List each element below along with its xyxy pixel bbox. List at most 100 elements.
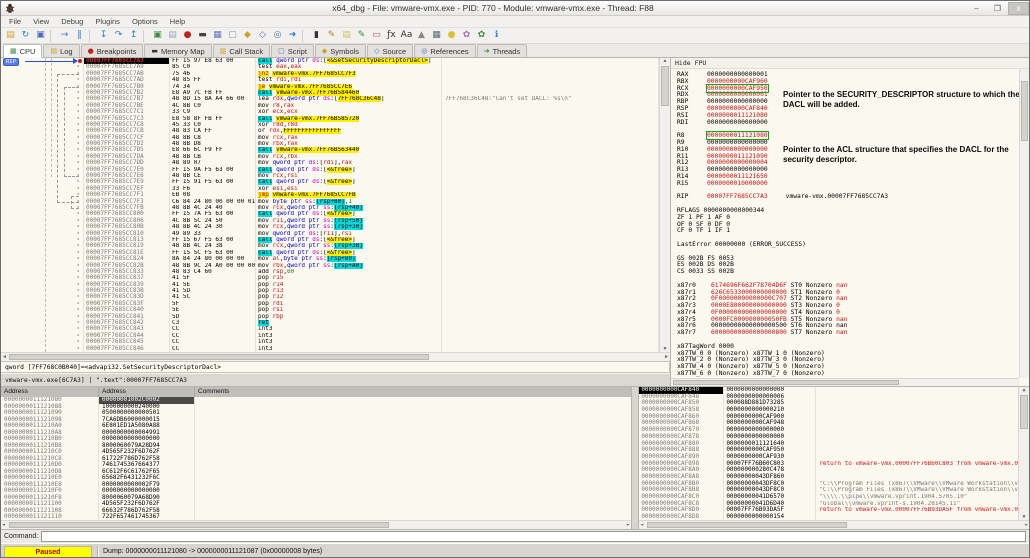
dump-pane[interactable]: Address Address Comments 000000001112108… — [1, 387, 631, 529]
script-icon[interactable]: ▢ — [226, 29, 239, 42]
close-button[interactable]: x — [1008, 2, 1029, 15]
plugins-icon[interactable]: ✿ — [475, 29, 488, 42]
references-icon[interactable]: ◎ — [271, 29, 284, 42]
register-value[interactable]: 0000000000000000 — [707, 119, 768, 126]
register-rdi: RDI0000000000000000 — [677, 120, 1029, 127]
stack-hscrollbar[interactable]: ◄► — [639, 520, 1029, 529]
hide-fpu-button[interactable]: Hide FPU — [671, 58, 1029, 69]
trace-icon[interactable]: ▣ — [151, 29, 164, 42]
registers-hscrollbar[interactable] — [671, 378, 1019, 386]
restart-icon[interactable]: ↻ — [19, 29, 32, 42]
tab-label: Source — [382, 47, 406, 56]
register-line: x87TW_6 0 (Nonzero) x87TW_7 0 (Nonzero) — [677, 371, 1029, 378]
pause-icon[interactable]: ‖ — [73, 29, 86, 42]
menu-plugins[interactable]: Plugins — [89, 17, 126, 26]
handles-icon[interactable]: ▮ — [310, 29, 323, 42]
tab-script[interactable]: ▢Script — [271, 44, 314, 57]
stack-comment — [815, 447, 1018, 454]
source-icon[interactable]: ◇ — [256, 29, 269, 42]
register-value[interactable]: 0000000000CAF960 — [707, 78, 768, 85]
step-out-icon[interactable]: ↥ — [127, 29, 140, 42]
breakpoint-icon[interactable]: ● — [181, 29, 194, 42]
tab-label: Memory Map — [161, 47, 205, 56]
stack-comment — [815, 441, 1018, 448]
stack-pane[interactable]: 0000000000CAF840000000000000000000000000… — [639, 387, 1029, 529]
comments-icon[interactable]: ▤ — [340, 29, 353, 42]
tab-label: Script — [288, 47, 307, 56]
menu-file[interactable]: File — [3, 17, 27, 26]
tab-source[interactable]: ◇Source — [367, 44, 413, 57]
attach-icon[interactable]: ▲ — [415, 29, 428, 42]
themes-icon[interactable]: ✿ — [460, 29, 473, 42]
favourites-icon[interactable]: ● — [445, 29, 458, 42]
stack-comment — [815, 414, 1018, 421]
tab-cpu[interactable]: ▦CPU — [3, 44, 42, 58]
disasm-instruction: int3 — [255, 346, 441, 352]
module-status-line: vmware-vmx.exe[6C7A3] | ".text":00007FF7… — [1, 373, 670, 386]
symbols-icon: ◆ — [322, 47, 327, 55]
annotation-note: Pointer to the ACL structure that specif… — [783, 145, 1027, 164]
functions-fx-icon[interactable]: ƒx — [385, 29, 398, 42]
tab-memory-map[interactable]: ▬Memory Map — [144, 44, 211, 57]
notes-icon[interactable]: ▤ — [166, 29, 179, 42]
stack-comment: "C:\\Program Files (x86)\\VMware\\VMware… — [815, 481, 1018, 488]
call-stack-icon[interactable]: ▦ — [211, 29, 224, 42]
menu-options[interactable]: Options — [126, 17, 164, 26]
memory-map-icon[interactable]: ▬ — [196, 29, 209, 42]
tab-references[interactable]: ◎References — [414, 44, 475, 57]
patches-eraser-icon[interactable]: ▭ — [370, 29, 383, 42]
step-into-icon[interactable]: ↧ — [97, 29, 110, 42]
stack-comment: "\\\\.\\pipe\\vmware.vprint.1904.5705.10… — [815, 494, 1018, 501]
font-icon[interactable]: Aa — [400, 29, 413, 42]
stack-vscrollbar[interactable]: ▲ ▼ — [1018, 387, 1029, 520]
x87-status: ST7 Nonzero — [787, 329, 836, 336]
call-stack-icon: ▥ — [220, 47, 227, 55]
stack-comment: return to vmware-vmx.00007FF76B60C803 fr… — [815, 461, 1018, 468]
step-over-icon[interactable]: ↷ — [112, 29, 125, 42]
help-icon[interactable]: ℹ — [490, 29, 503, 42]
tab-breakpoints[interactable]: ●Breakpoints — [81, 44, 144, 57]
tab-call-stack[interactable]: ▥Call Stack — [213, 44, 270, 57]
stack-comment — [815, 434, 1018, 441]
stack-comment — [815, 387, 1018, 394]
register-value[interactable]: 0000000010000000 — [707, 180, 768, 187]
dump-col-address1: Address — [1, 387, 99, 397]
dump-hscrollbar[interactable]: ◄► — [1, 520, 631, 529]
rip-arrow — [25, 61, 75, 62]
register-label: R15 — [677, 181, 707, 188]
highlight-icon[interactable]: ✎ — [355, 29, 368, 42]
register-value[interactable]: 60000000000000000800 — [711, 329, 787, 336]
settings-monitor-icon[interactable]: ▦ — [430, 29, 443, 42]
run-icon[interactable]: → — [58, 29, 71, 42]
disassembly-hscrollbar[interactable]: ◄► — [1, 352, 670, 361]
disasm-gutter: ∙ — [1, 346, 83, 352]
registers-vscrollbar[interactable] — [1019, 69, 1029, 378]
disassembly-pane[interactable]: RIP 00007FF7685CC7A3FF 15 97 E8 63 00cal… — [1, 58, 659, 352]
threads-icon[interactable]: ➜ — [286, 29, 299, 42]
rip-badge: RIP — [3, 58, 19, 66]
menu-help[interactable]: Help — [164, 17, 191, 26]
pane-splitter[interactable] — [631, 387, 640, 529]
close-debuggee-icon[interactable]: ▣ — [34, 29, 47, 42]
x64dbg-window: x64_dbg - File: vmware-vmx.exe - PID: 77… — [0, 0, 1030, 558]
restore-button[interactable]: ❐ — [987, 2, 1008, 15]
tab-threads[interactable]: ➜Threads — [477, 44, 527, 57]
main-area: RIP 00007FF7685CC7A3FF 15 97 E8 63 00cal… — [1, 58, 1029, 386]
minimize-button[interactable]: – — [966, 2, 987, 15]
cpu-icon: ▦ — [10, 47, 17, 55]
assembler-pencil-icon[interactable]: ✎ — [325, 29, 338, 42]
menu-view[interactable]: View — [27, 17, 55, 26]
symbols-icon[interactable]: ◆ — [241, 29, 254, 42]
register-value[interactable]: 00007FF7685CC7A3 — [707, 193, 768, 200]
dump-header: Address Address Comments — [1, 387, 631, 397]
tab-label: Call Stack — [229, 47, 263, 56]
status-bar: Paused Dump: 0000000011121080 -> 0000000… — [1, 543, 1029, 558]
menu-debug[interactable]: Debug — [55, 17, 89, 26]
stack-comment — [815, 400, 1018, 407]
disasm-row[interactable]: ∙00007FF7685CC846CCint3 — [1, 346, 659, 352]
tab-log[interactable]: ▤Log — [43, 44, 79, 57]
open-file-icon[interactable]: ▤ — [4, 29, 17, 42]
command-input[interactable] — [41, 531, 1026, 542]
tab-symbols[interactable]: ◆Symbols — [315, 44, 366, 57]
disassembly-vscrollbar[interactable]: ▲ ▼ — [659, 58, 670, 352]
